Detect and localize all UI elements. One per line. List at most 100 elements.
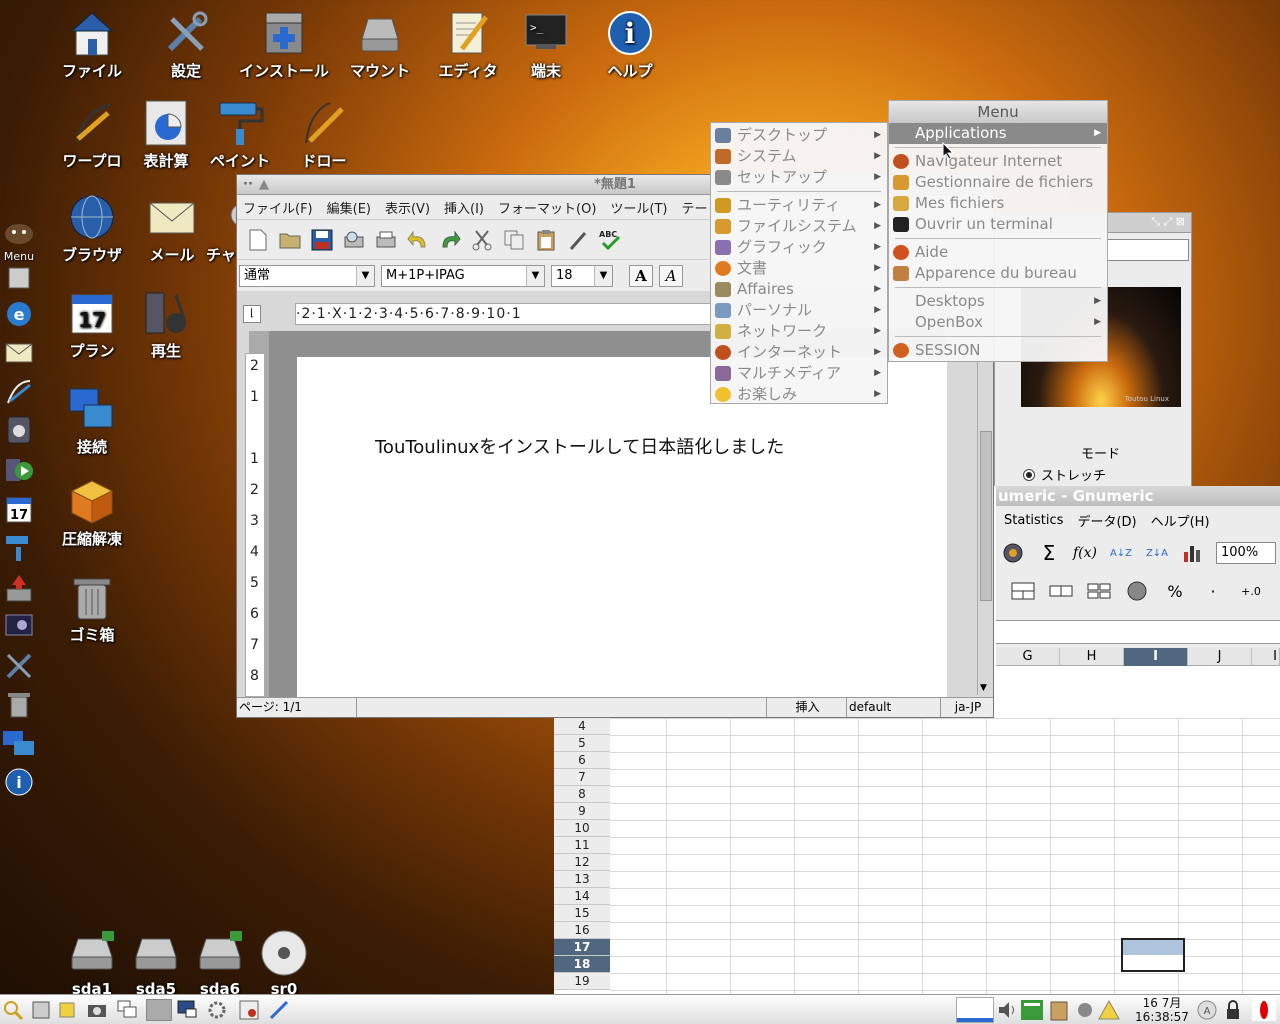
window-controls-icon[interactable]: ⤡ ⤢ ⊠ [1151, 215, 1185, 229]
desktop-icon-player[interactable]: 再生 [118, 288, 214, 361]
column-header-j[interactable]: J [1188, 648, 1252, 666]
row-header[interactable]: 11 [554, 837, 610, 854]
menu-edit[interactable]: 編集(E) [327, 198, 371, 217]
tray-app-icon[interactable] [1102, 999, 1124, 1021]
open-folder-icon[interactable] [277, 227, 303, 253]
menu-item-openbox[interactable]: OpenBox ▶ [889, 312, 1107, 333]
desktop-icon-help[interactable]: i ヘルプ [582, 8, 678, 81]
format-painter-icon[interactable] [565, 227, 591, 253]
menu-item-multimedia[interactable]: マルチメディア ▶ [711, 363, 887, 384]
horizontal-ruler[interactable]: ·2·1·X·1·2·3·4·5·6·7·8·9·10·1 [295, 303, 715, 325]
tab-stop-icon[interactable]: ⌊ [243, 305, 261, 323]
row-header[interactable]: 4 [554, 718, 610, 735]
desktop-icon-connect[interactable]: 接続 [44, 384, 140, 457]
menu-tools[interactable]: ツール(T) [610, 198, 667, 217]
status-insert-mode[interactable]: 挿入 [767, 698, 847, 717]
row-header-selected[interactable]: 18 [554, 956, 610, 973]
settings-tray-icon[interactable] [1074, 999, 1096, 1021]
increase-decimals-icon[interactable]: +.0 [1238, 578, 1264, 604]
menu-item-applications[interactable]: Applications ▶ [889, 123, 1107, 144]
taskbar-blank-button[interactable] [146, 999, 172, 1021]
spellcheck-icon[interactable]: ABC [597, 227, 623, 253]
menu-item-desktops[interactable]: Desktops ▶ [889, 291, 1107, 312]
document-text[interactable]: TouToulinuxをインストールして日本語化しました [375, 433, 784, 459]
taskbar-notes-icon[interactable] [56, 999, 78, 1021]
row-header[interactable]: 12 [554, 854, 610, 871]
desktop-icon-chat[interactable]: チャ [188, 192, 238, 265]
goal-seek-icon[interactable] [1000, 540, 1026, 566]
desktop-icon-paint[interactable]: ペイント [192, 98, 288, 171]
dock-draw-icon[interactable] [2, 376, 36, 408]
zoom-combo[interactable]: 100% [1216, 542, 1276, 564]
selected-range[interactable] [1121, 938, 1185, 972]
menu-table[interactable]: テー [682, 198, 708, 217]
split-cells-icon[interactable] [1086, 578, 1112, 604]
volume-icon[interactable] [996, 999, 1018, 1021]
document-page[interactable]: TouToulinuxをインストールして日本語化しました [297, 357, 947, 702]
dock-calendar-icon[interactable]: 17 [2, 494, 36, 526]
formula-bar[interactable] [996, 620, 1280, 644]
vertical-ruler[interactable]: 2 1 1 2 3 4 5 6 7 8 [245, 353, 265, 697]
row-header[interactable]: 13 [554, 871, 610, 888]
italic-button[interactable]: A [659, 264, 683, 287]
menu-item-fun[interactable]: お楽しみ ▶ [711, 384, 887, 405]
bold-button[interactable]: A [629, 264, 653, 287]
menu-item-documents[interactable]: 文書 ▶ [711, 258, 887, 279]
menu-item-file-manager[interactable]: Gestionnaire de fichiers [889, 172, 1107, 193]
row-header[interactable]: 8 [554, 786, 610, 803]
row-header[interactable]: 19 [554, 973, 610, 990]
drive-sr0[interactable]: sr0 [236, 928, 332, 998]
menu-help[interactable]: ヘルプ(H) [1151, 511, 1210, 530]
dock-calculator-icon[interactable] [2, 414, 36, 446]
column-header-g[interactable]: G [996, 648, 1060, 666]
column-header-h[interactable]: H [1060, 648, 1124, 666]
row-header[interactable]: 10 [554, 820, 610, 837]
dock-player-icon[interactable] [2, 454, 36, 486]
paste-icon[interactable] [533, 227, 559, 253]
dock-network-icon[interactable] [2, 728, 36, 760]
desktop-icon-mount[interactable]: マウント [332, 8, 428, 81]
menu-data[interactable]: データ(D) [1077, 511, 1136, 530]
save-icon[interactable] [309, 227, 335, 253]
thousands-separator-icon[interactable]: · [1200, 578, 1226, 604]
desktop-icon-settings[interactable]: 設定 [138, 8, 234, 81]
dock-paint-icon[interactable] [2, 532, 36, 564]
row-header[interactable]: 7 [554, 769, 610, 786]
keyboard-indicator-icon[interactable]: A [1196, 999, 1218, 1021]
font-size-combo[interactable]: 18 ▼ [551, 264, 613, 287]
column-header-next[interactable]: I [1252, 648, 1280, 666]
taskbar-gears-icon[interactable] [206, 999, 228, 1021]
dock-mail-icon[interactable] [2, 338, 36, 370]
menu-item-filesystem[interactable]: ファイルシステム ▶ [711, 216, 887, 237]
print-preview-icon[interactable] [341, 227, 367, 253]
menu-item-help[interactable]: Aide [889, 242, 1107, 263]
dock-help-icon[interactable]: i [2, 766, 36, 798]
row-header[interactable]: 5 [554, 735, 610, 752]
menu-item-internet[interactable]: インターネット ▶ [711, 342, 887, 363]
desktop-icon-files[interactable]: ファイル [44, 8, 140, 81]
menu-item-session[interactable]: SESSION [889, 340, 1107, 361]
dock-browser-icon[interactable]: e [2, 298, 36, 330]
paragraph-style-combo[interactable]: 通常 ▼ [239, 264, 375, 287]
redo-icon[interactable] [437, 227, 463, 253]
clipboard-icon[interactable] [1048, 999, 1070, 1021]
menu-view[interactable]: 表示(V) [385, 198, 430, 217]
decrease-decimals-icon[interactable]: -.0 [1276, 578, 1280, 604]
sum-icon[interactable]: Σ [1036, 540, 1062, 566]
network-status-icon[interactable] [1020, 999, 1044, 1021]
currency-format-icon[interactable] [1124, 578, 1150, 604]
taskbar-windows-icon[interactable] [116, 999, 138, 1021]
taskbar-monitor-icon[interactable] [176, 999, 198, 1021]
sort-ascending-icon[interactable]: A↓Z [1108, 540, 1134, 566]
wallpaper-path-field[interactable] [1105, 239, 1189, 261]
merge-cells-icon[interactable] [1010, 578, 1036, 604]
desktop-icon-draw[interactable]: ドロー [276, 98, 372, 171]
menu-item-my-files[interactable]: Mes fichiers [889, 193, 1107, 214]
row-header-selected[interactable]: 17 [554, 939, 610, 956]
row-header[interactable]: 6 [554, 752, 610, 769]
chart-icon[interactable] [1180, 540, 1206, 566]
menu-item-system[interactable]: システム ▶ [711, 146, 887, 167]
menu-item-personal[interactable]: パーソナル ▶ [711, 300, 887, 321]
dock-screenshot-icon[interactable] [2, 610, 36, 642]
column-header-i[interactable]: I [1124, 648, 1188, 666]
